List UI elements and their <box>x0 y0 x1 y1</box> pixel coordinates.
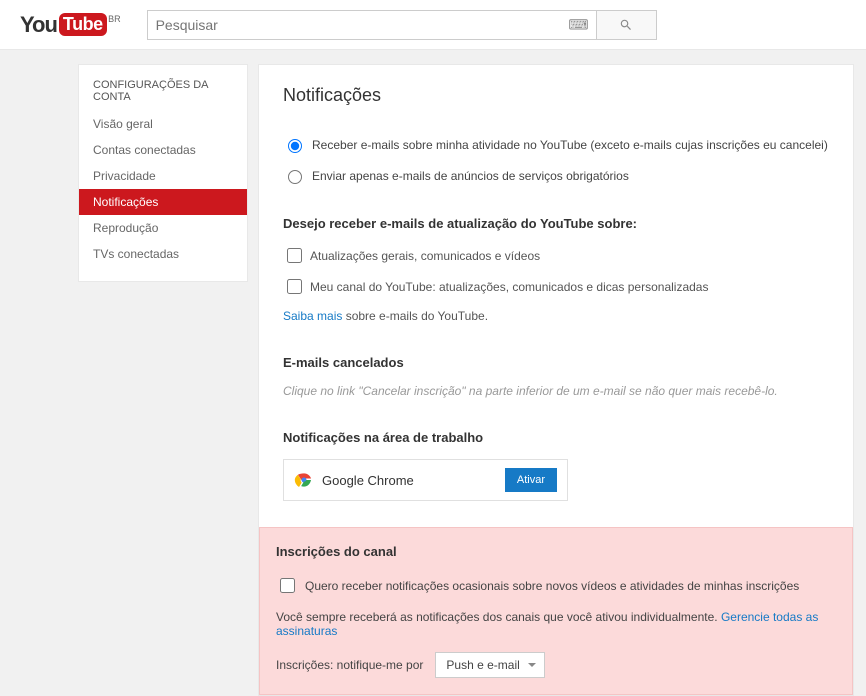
chrome-box: Google Chrome Ativar <box>283 459 568 501</box>
sidebar-item-notifications[interactable]: Notificações <box>79 189 247 215</box>
radio-activity[interactable]: Receber e-mails sobre minha atividade no… <box>283 136 829 153</box>
sidebar-item-connected[interactable]: Contas conectadas <box>79 137 247 163</box>
sidebar: CONFIGURAÇÕES DA CONTA Visão geral Conta… <box>78 64 248 282</box>
search-button[interactable] <box>597 10 657 40</box>
chrome-icon <box>294 470 314 490</box>
sidebar-item-tvs[interactable]: TVs conectadas <box>79 241 247 267</box>
subs-text: Você sempre receberá as notificações dos… <box>276 610 836 638</box>
subs-check-input[interactable] <box>280 578 295 593</box>
keyboard-icon[interactable]: ⌨ <box>568 16 588 33</box>
search-input[interactable] <box>147 10 597 40</box>
cancelled-hint: Clique no link "Cancelar inscrição" na p… <box>283 384 829 398</box>
updates-heading: Desejo receber e-mails de atualização do… <box>283 216 829 231</box>
chrome-label: Google Chrome <box>322 473 414 488</box>
sidebar-item-playback[interactable]: Reprodução <box>79 215 247 241</box>
page-title: Notificações <box>283 85 829 106</box>
notify-dropdown[interactable]: Push e e-mail <box>435 652 544 678</box>
logo-tube: Tube <box>59 13 107 36</box>
radio-mandatory[interactable]: Enviar apenas e-mails de anúncios de ser… <box>283 167 829 184</box>
check-channel-label: Meu canal do YouTube: atualizações, comu… <box>310 280 708 294</box>
cancelled-heading: E-mails cancelados <box>283 355 829 370</box>
check-general-label: Atualizações gerais, comunicados e vídeo… <box>310 249 540 263</box>
subs-text-body: Você sempre receberá as notificações dos… <box>276 610 721 624</box>
logo-you: You <box>20 12 57 38</box>
subscriptions-box: Inscrições do canal Quero receber notifi… <box>259 527 853 695</box>
sidebar-title: CONFIGURAÇÕES DA CONTA <box>79 79 247 111</box>
check-general[interactable]: Atualizações gerais, comunicados e vídeo… <box>283 245 829 266</box>
subs-check-label: Quero receber notificações ocasionais so… <box>305 579 799 593</box>
search-wrap: ⌨ <box>147 10 657 40</box>
main-content: Notificações Receber e-mails sobre minha… <box>258 64 854 696</box>
check-general-input[interactable] <box>287 248 302 263</box>
subs-heading: Inscrições do canal <box>276 544 836 559</box>
notify-value: Push e e-mail <box>446 658 519 672</box>
radio-mandatory-label: Enviar apenas e-mails de anúncios de ser… <box>312 169 629 183</box>
learn-more-rest: sobre e-mails do YouTube. <box>342 309 488 323</box>
notify-label: Inscrições: notifique-me por <box>276 658 423 672</box>
header: You Tube BR ⌨ <box>0 0 866 50</box>
check-channel[interactable]: Meu canal do YouTube: atualizações, comu… <box>283 276 829 297</box>
youtube-logo[interactable]: You Tube BR <box>20 12 107 38</box>
desktop-heading: Notificações na área de trabalho <box>283 430 829 445</box>
learn-more: Saiba mais sobre e-mails do YouTube. <box>283 309 829 323</box>
activate-button[interactable]: Ativar <box>505 468 557 492</box>
learn-more-link[interactable]: Saiba mais <box>283 309 342 323</box>
radio-activity-label: Receber e-mails sobre minha atividade no… <box>312 138 828 152</box>
search-icon <box>619 18 633 32</box>
radio-mandatory-input[interactable] <box>288 170 302 184</box>
sidebar-item-privacy[interactable]: Privacidade <box>79 163 247 189</box>
check-channel-input[interactable] <box>287 279 302 294</box>
notify-row: Inscrições: notifique-me por Push e e-ma… <box>276 652 836 678</box>
radio-activity-input[interactable] <box>288 139 302 153</box>
logo-region: BR <box>108 14 121 24</box>
subs-check[interactable]: Quero receber notificações ocasionais so… <box>276 575 836 596</box>
sidebar-item-overview[interactable]: Visão geral <box>79 111 247 137</box>
